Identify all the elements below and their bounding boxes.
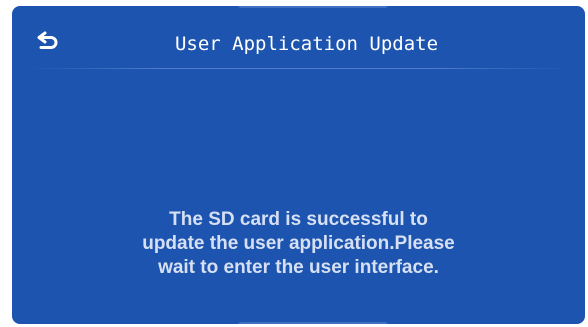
status-message: The SD card is successful to update the … <box>52 208 545 280</box>
status-message-line-3: wait to enter the user interface. <box>158 257 439 278</box>
frame-notch-bottom <box>238 322 388 324</box>
update-panel: User Application Update The SD card is s… <box>12 6 585 324</box>
page-title: User Application Update <box>174 33 439 55</box>
screen: User Application Update The SD card is s… <box>0 0 588 327</box>
header-bar: User Application Update <box>12 6 585 68</box>
header-divider <box>26 68 571 69</box>
status-message-line-2: update the user application.Please <box>142 233 455 254</box>
status-message-line-1: The SD card is successful to <box>169 209 428 230</box>
